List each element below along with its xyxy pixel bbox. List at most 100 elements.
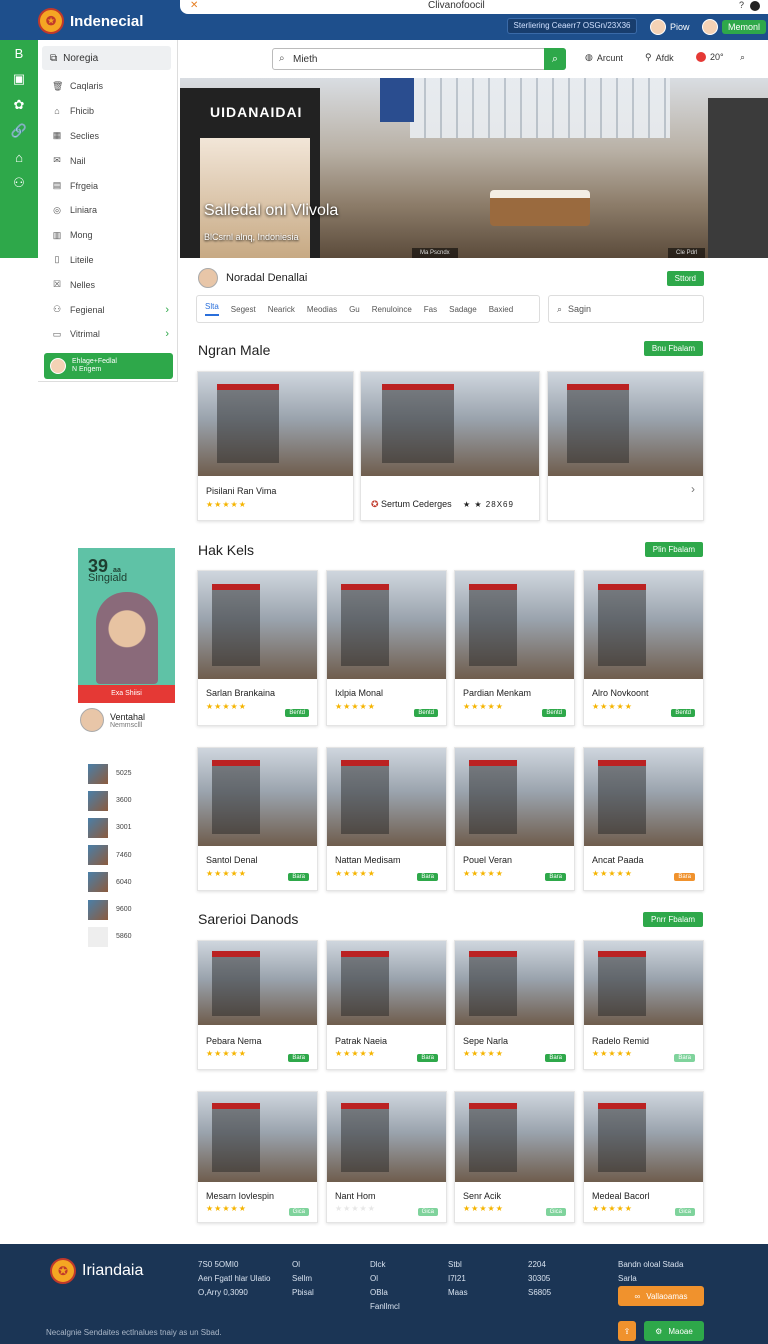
sidebar-item-11[interactable]: ▭ Vitrimal › xyxy=(38,322,177,347)
footer-brand[interactable]: ✪ Iriandaia xyxy=(50,1258,143,1284)
weather-tool[interactable]: 20° xyxy=(696,52,724,62)
tab-7[interactable]: Fas xyxy=(424,305,437,314)
follow-button[interactable]: Sttord xyxy=(666,270,704,286)
footer-link[interactable]: S6805 xyxy=(528,1286,551,1300)
store-card[interactable]: Alro Novkoont ★★★★★ Bentd xyxy=(583,570,704,726)
more-button[interactable]: ⚙ Maoae xyxy=(644,1321,704,1341)
link-icon[interactable]: 🔗 xyxy=(0,118,38,144)
flower-icon[interactable]: ✿ xyxy=(0,92,38,118)
store-card[interactable]: Patrak Naeia ★★★★★ Bara xyxy=(326,940,447,1070)
account-tool[interactable]: ◍ Arcunt xyxy=(585,52,623,63)
user-chip-1[interactable]: Piow xyxy=(650,18,690,36)
home-icon[interactable]: B xyxy=(0,40,38,66)
sidebar-item-8[interactable]: ▯ Liteile xyxy=(38,248,177,273)
store-card[interactable]: Ixlpia Monal ★★★★★ Bentd xyxy=(326,570,447,726)
store-icon[interactable]: ▣ xyxy=(0,66,38,92)
footer-link[interactable]: I7I21 xyxy=(448,1272,468,1286)
footer-link[interactable]: OBla xyxy=(370,1286,400,1300)
list-item[interactable]: 5860 xyxy=(88,923,132,950)
promo-cta[interactable]: Exa Shiisi xyxy=(78,685,175,703)
secondary-search[interactable]: ⌕ Sagin xyxy=(548,295,704,323)
sidebar-item-7[interactable]: ▥ Mong xyxy=(38,223,177,248)
list-item[interactable]: 5025 xyxy=(88,760,132,787)
list-item[interactable]: 3600 xyxy=(88,787,132,814)
tab-9[interactable]: Baxied xyxy=(489,305,513,314)
promo-person[interactable]: Ventahal Nemmsclll xyxy=(80,708,145,732)
footer-link[interactable]: 30305 xyxy=(528,1272,551,1286)
app-download-button[interactable]: ∞ Vallaoamas xyxy=(618,1286,704,1306)
footer-link[interactable]: 2204 xyxy=(528,1258,551,1272)
avatar[interactable] xyxy=(198,268,218,288)
footer-link[interactable]: Pbisal xyxy=(292,1286,314,1300)
store-card[interactable]: Radelo Remid ★★★★★ Bara xyxy=(583,940,704,1070)
footer-link[interactable]: Sellm xyxy=(292,1272,314,1286)
sidebar-item-6[interactable]: ◎ Liniara xyxy=(38,198,177,223)
store-card[interactable]: Nattan Medisam ★★★★★ Bara xyxy=(326,747,447,891)
tab-1[interactable]: Slta xyxy=(205,302,219,316)
store-card[interactable]: Pardian Menkam ★★★★★ Bentd xyxy=(454,570,575,726)
thumbnail xyxy=(88,872,108,893)
promo-strip[interactable]: Sterliering Ceaerr7 OSGn/23X36 xyxy=(507,18,637,34)
user-chip-2[interactable]: Memonl xyxy=(702,18,767,36)
store-image xyxy=(584,1092,703,1182)
store-card[interactable]: Pouel Veran ★★★★★ Bara xyxy=(454,747,575,891)
footer-link[interactable]: Ol xyxy=(292,1258,314,1272)
section-3-button[interactable]: Pnrr Fbalam xyxy=(642,912,703,927)
store-card[interactable]: Santol Denal ★★★★★ Bara xyxy=(197,747,318,891)
section-2-button[interactable]: Plin Fbalam xyxy=(644,542,703,557)
store-card[interactable]: Mesarn Iovlespin ★★★★★ Gica xyxy=(197,1091,318,1223)
store-card[interactable]: ✪ Sertum Cederges ★ ★ 28X69 xyxy=(360,371,540,521)
search-icon[interactable]: ⌕ xyxy=(740,52,745,63)
store-card[interactable]: Nant Hom ★★★★★ Gica xyxy=(326,1091,447,1223)
store-card[interactable]: Ancat Paada ★★★★★ Bara xyxy=(583,747,704,891)
settings-dot-icon[interactable] xyxy=(750,1,760,11)
footer-link[interactable]: Stbl xyxy=(448,1258,468,1272)
footer-link[interactable]: Dlck xyxy=(370,1258,400,1272)
building-icon[interactable]: ⌂ xyxy=(0,144,38,170)
store-card[interactable]: Medeal Bacorl ★★★★★ Gica xyxy=(583,1091,704,1223)
sidebar-header[interactable]: ⧉ Noregia xyxy=(42,46,171,70)
add-tool[interactable]: ⚲ Afdk xyxy=(645,52,674,63)
sidebar-item-3[interactable]: ▦ Seclies xyxy=(38,124,177,149)
share-button[interactable]: ⇪ xyxy=(618,1321,636,1341)
people-icon[interactable]: ⚇ xyxy=(0,170,38,196)
hero-banner[interactable]: UIDANAIDAI Salledal onl Vlivola BlCsrnl … xyxy=(180,78,768,258)
tab-4[interactable]: Meodias xyxy=(307,305,337,314)
close-icon[interactable]: ✕ xyxy=(190,0,198,11)
tab-2[interactable]: Segest xyxy=(231,305,256,314)
tab-6[interactable]: Renuloince xyxy=(372,305,412,314)
brand[interactable]: ✪ Indenecial xyxy=(38,8,143,34)
store-card[interactable]: › xyxy=(547,371,704,521)
promo-card[interactable]: 39 aa Singiald Exa Shiisi xyxy=(78,548,175,703)
list-item[interactable]: 7460 xyxy=(88,842,132,869)
tab-8[interactable]: Sadage xyxy=(449,305,477,314)
sidebar-item-1[interactable]: 🗑 Caqlaris xyxy=(38,74,177,99)
status-badge: Bara xyxy=(674,873,695,881)
list-item[interactable]: 9600 xyxy=(88,896,132,923)
address-url[interactable]: Clivanofoocil xyxy=(428,0,485,11)
list-item[interactable]: 3001 xyxy=(88,814,132,841)
list-item[interactable]: 6040 xyxy=(88,869,132,896)
chevron-right-icon[interactable]: › xyxy=(691,482,695,496)
footer-link[interactable]: Maas xyxy=(448,1286,468,1300)
store-card[interactable]: Senr Acik ★★★★★ Gica xyxy=(454,1091,575,1223)
tab-5[interactable]: Gu xyxy=(349,305,360,314)
sidebar-item-2[interactable]: ⌂ Fhicib xyxy=(38,99,177,124)
store-card[interactable]: Pebara Nema ★★★★★ Bara xyxy=(197,940,318,1070)
sidebar-item-5[interactable]: ▤ Ffrgeia xyxy=(38,173,177,198)
help-icon[interactable]: ? xyxy=(739,0,744,10)
section-1-button[interactable]: Bnu Fbalam xyxy=(643,341,703,356)
search-input[interactable] xyxy=(293,52,533,66)
store-card[interactable]: Sepe Narla ★★★★★ Bara xyxy=(454,940,575,1070)
store-card[interactable]: Sarlan Brankaina ★★★★★ Bentd xyxy=(197,570,318,726)
tab-3[interactable]: Nearick xyxy=(268,305,295,314)
address-bar[interactable]: ✕ Clivanofoocil ? xyxy=(180,0,768,14)
store-card[interactable]: Pisilani Ran Vima ★★★★★ xyxy=(197,371,354,521)
sidebar-item-10[interactable]: ⚇ Fegienal › xyxy=(38,297,177,322)
search-button[interactable]: ⌕ xyxy=(544,48,566,70)
sidebar-item-4[interactable]: ✉ Nail xyxy=(38,148,177,173)
sidebar-item-9[interactable]: ☒ Nelles xyxy=(38,272,177,297)
sidebar-active-profile[interactable]: Ehlage+Fedlal N Erigem xyxy=(44,352,173,379)
footer-link[interactable]: Ol xyxy=(370,1272,400,1286)
footer-link[interactable]: Fanllmcl xyxy=(370,1300,400,1314)
